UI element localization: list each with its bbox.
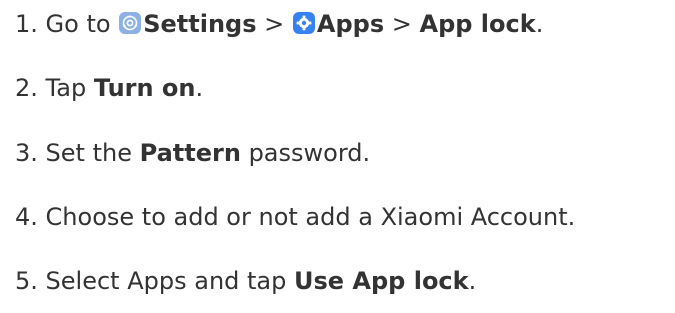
apps-label: Apps xyxy=(316,10,385,38)
step-text: Select Apps and tap xyxy=(45,267,287,295)
step-2: 2. Tap Turn on. xyxy=(15,72,203,104)
step-number: 4. xyxy=(15,203,38,231)
period: . xyxy=(195,74,204,102)
step-number: 2. xyxy=(15,74,38,102)
step-4: 4. Choose to add or not add a Xiaomi Acc… xyxy=(15,201,575,233)
apps-gear-icon xyxy=(292,12,315,34)
period: . xyxy=(468,267,477,295)
settings-gear-icon xyxy=(119,12,142,34)
step-number: 3. xyxy=(15,139,38,167)
step-3: 3. Set the Pattern password. xyxy=(15,137,370,169)
step-text: Choose to add or not add a Xiaomi Accoun… xyxy=(45,203,576,231)
separator: > xyxy=(264,10,285,38)
separator: > xyxy=(391,10,412,38)
pattern-label: Pattern xyxy=(139,139,241,167)
settings-label: Settings xyxy=(143,10,257,38)
step-text-suffix: password. xyxy=(248,139,371,167)
use-app-lock-label: Use App lock xyxy=(294,267,469,295)
step-number: 5. xyxy=(15,267,38,295)
app-lock-label: App lock xyxy=(419,10,536,38)
step-text: Set the xyxy=(45,139,132,167)
step-1: 1. Go to Settings > Apps > App lock. xyxy=(15,8,543,40)
step-number: 1. xyxy=(15,10,38,38)
step-5: 5. Select Apps and tap Use App lock. xyxy=(15,265,476,297)
step-text: Tap xyxy=(45,74,87,102)
period: . xyxy=(535,10,544,38)
step-text: Go to xyxy=(45,10,111,38)
turn-on-label: Turn on xyxy=(93,74,196,102)
